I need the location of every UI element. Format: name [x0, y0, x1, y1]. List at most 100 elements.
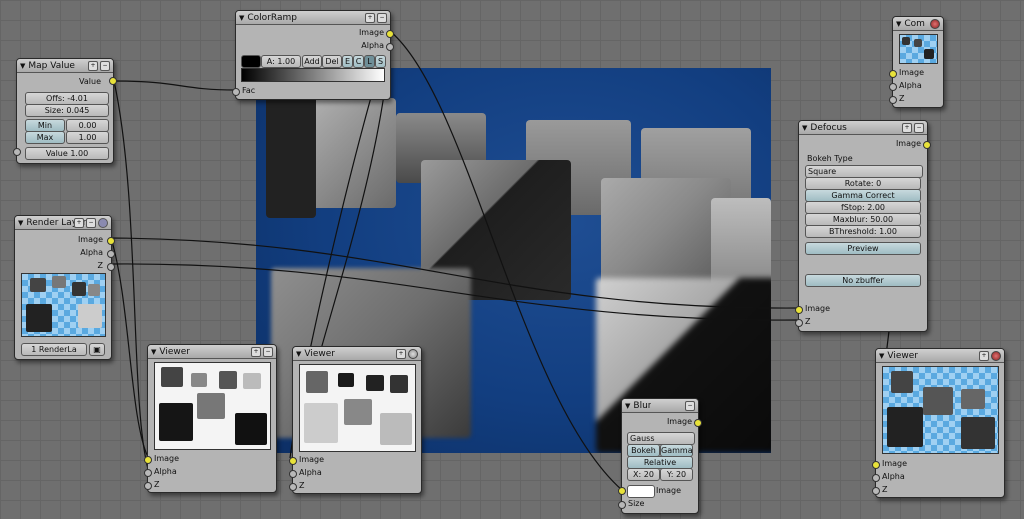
ramp-add-button[interactable]: Add — [302, 55, 322, 68]
preview-toggle-icon[interactable]: + — [365, 13, 375, 23]
preview-toggle-icon[interactable]: + — [979, 351, 989, 361]
input-socket-image[interactable] — [889, 70, 897, 78]
preview-toggle-icon[interactable]: + — [396, 349, 406, 359]
viewer-header[interactable]: ▼ Viewer + — [293, 347, 421, 361]
image-input-swatch[interactable] — [627, 485, 655, 498]
defocus-node[interactable]: ▼ Defocus + − Image Bokeh Type Square Rot… — [795, 120, 931, 332]
input-socket-z[interactable] — [872, 487, 880, 495]
input-socket-alpha[interactable] — [872, 474, 880, 482]
viewer-node-2[interactable]: ▼ Viewer + Image Alpha Z — [289, 346, 422, 494]
ramp-color-swatch[interactable] — [241, 55, 261, 68]
minimize-icon[interactable]: − — [86, 218, 96, 228]
viewer-node-3[interactable]: ▼ Viewer + Image Alpha Z — [872, 348, 1005, 498]
blur-x-field[interactable]: X: 20 — [627, 468, 660, 481]
max-value-field[interactable]: 1.00 — [66, 131, 109, 144]
collapse-triangle-icon[interactable]: ▼ — [296, 350, 301, 358]
input-socket[interactable] — [13, 148, 21, 156]
composite-node[interactable]: ▼ Com Image Alpha Z — [889, 16, 944, 108]
output-label-image: Image — [895, 139, 921, 148]
viewer-node-1[interactable]: ▼ Viewer + − Image Alpha Z — [144, 344, 277, 493]
input-socket-alpha[interactable] — [889, 83, 897, 91]
output-socket-image[interactable] — [107, 237, 115, 245]
close-icon[interactable] — [930, 19, 940, 29]
ramp-del-button[interactable]: Del — [322, 55, 342, 68]
output-label-alpha: Alpha — [80, 248, 103, 257]
map-value-header[interactable]: ▼ Map Value + − — [17, 59, 113, 73]
map-value-node[interactable]: ▼ Map Value + − Value Offs: -4.01 Size: 0… — [13, 58, 117, 164]
input-socket-image[interactable] — [289, 457, 297, 465]
thumb-cube — [219, 371, 237, 389]
render-layer-node[interactable]: ▼ Render Layer + − Image Alpha Z 1 Render… — [14, 215, 115, 360]
close-icon[interactable] — [408, 349, 418, 359]
input-socket-alpha[interactable] — [289, 470, 297, 478]
composite-header[interactable]: ▼ Com — [893, 17, 943, 31]
output-label-image: Image — [358, 28, 384, 37]
collapse-triangle-icon[interactable]: ▼ — [239, 14, 244, 22]
collapse-triangle-icon[interactable]: ▼ — [896, 20, 901, 28]
collapse-triangle-icon[interactable]: ▼ — [802, 124, 807, 132]
defocus-header[interactable]: ▼ Defocus + − — [799, 121, 927, 135]
minimize-icon[interactable]: − — [685, 401, 695, 411]
renderlayer-select[interactable]: 1 RenderLa — [21, 343, 87, 356]
ramp-e-button[interactable]: E — [342, 55, 353, 68]
input-socket-image[interactable] — [795, 306, 803, 314]
input-socket-size[interactable] — [618, 501, 626, 509]
preview-toggle-icon[interactable]: + — [902, 123, 912, 133]
input-socket-image[interactable] — [144, 456, 152, 464]
collapse-triangle-icon[interactable]: ▼ — [18, 219, 23, 227]
minimize-icon[interactable]: − — [377, 13, 387, 23]
viewer-header[interactable]: ▼ Viewer + − — [148, 345, 276, 359]
preview-toggle-icon[interactable]: + — [74, 218, 84, 228]
composite-preview-thumbnail — [899, 34, 938, 64]
input-socket-fac[interactable] — [232, 88, 240, 96]
input-socket-image[interactable] — [618, 487, 626, 495]
render-icon[interactable] — [98, 218, 108, 228]
ramp-s-button[interactable]: S — [375, 55, 386, 68]
close-icon[interactable] — [991, 351, 1001, 361]
max-toggle[interactable]: Max — [25, 131, 65, 144]
minimize-icon[interactable]: − — [263, 347, 273, 357]
input-socket-alpha[interactable] — [144, 469, 152, 477]
input-label-image: Image — [899, 68, 925, 77]
no-zbuffer-toggle[interactable]: No zbuffer — [805, 274, 921, 287]
collapse-triangle-icon[interactable]: ▼ — [625, 402, 630, 410]
input-socket-z[interactable] — [289, 483, 297, 491]
colorramp-header[interactable]: ▼ ColorRamp + − — [236, 11, 390, 25]
input-socket-image[interactable] — [872, 461, 880, 469]
size-field[interactable]: Size: 0.045 — [25, 104, 109, 117]
viewer-preview-thumbnail — [299, 364, 416, 452]
output-socket-alpha[interactable] — [107, 250, 115, 258]
minimize-icon[interactable]: − — [100, 61, 110, 71]
ramp-alpha-field[interactable]: A: 1.00 — [261, 55, 301, 68]
viewer-header[interactable]: ▼ Viewer + — [876, 349, 1004, 363]
colorramp-node[interactable]: ▼ ColorRamp + − Image Alpha A: 1.00 Add D… — [232, 10, 394, 100]
blur-node[interactable]: ▼ Blur − Image Gauss Bokeh Gamma Relativ… — [618, 398, 702, 514]
output-socket-image[interactable] — [386, 30, 394, 38]
link-renderlayer-viewer1 — [110, 237, 149, 458]
output-socket[interactable] — [109, 77, 117, 85]
output-socket-image[interactable] — [694, 419, 702, 427]
blur-header[interactable]: ▼ Blur − — [622, 399, 698, 413]
value-input-field[interactable]: Value 1.00 — [25, 147, 109, 160]
preview-toggle-icon[interactable]: + — [251, 347, 261, 357]
collapse-triangle-icon[interactable]: ▼ — [879, 352, 884, 360]
output-socket-alpha[interactable] — [386, 43, 394, 51]
ramp-gradient-bar[interactable] — [241, 68, 385, 82]
collapse-triangle-icon[interactable]: ▼ — [20, 62, 25, 70]
minimize-icon[interactable]: − — [914, 123, 924, 133]
blur-y-field[interactable]: Y: 20 — [660, 468, 693, 481]
input-label-z: Z — [299, 481, 305, 490]
output-socket-image[interactable] — [923, 141, 931, 149]
ramp-l-button[interactable]: L — [364, 55, 375, 68]
input-socket-z[interactable] — [144, 482, 152, 490]
output-socket-z[interactable] — [107, 263, 115, 271]
input-socket-z[interactable] — [889, 96, 897, 104]
render-button-icon[interactable]: ▣ — [89, 343, 105, 356]
preview-toggle-icon[interactable]: + — [88, 61, 98, 71]
collapse-triangle-icon[interactable]: ▼ — [151, 348, 156, 356]
ramp-c-button[interactable]: C — [353, 55, 364, 68]
preview-toggle[interactable]: Preview — [805, 242, 921, 255]
bthreshold-field[interactable]: BThreshold: 1.00 — [805, 225, 921, 238]
render-layer-header[interactable]: ▼ Render Layer + − — [15, 216, 111, 230]
input-socket-z[interactable] — [795, 319, 803, 327]
